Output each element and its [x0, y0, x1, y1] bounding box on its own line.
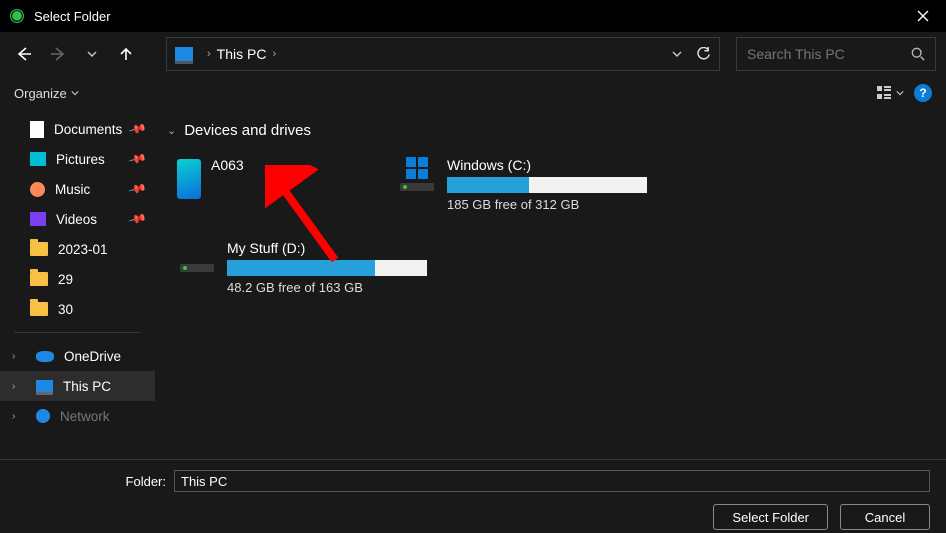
breadcrumb-sep-icon: › — [207, 48, 211, 60]
sidebar-item-onedrive[interactable]: › OneDrive — [0, 341, 155, 371]
sidebar-divider — [14, 332, 141, 333]
chevron-down-icon — [71, 89, 79, 97]
sidebar-item-label: OneDrive — [64, 349, 121, 364]
sidebar-item-videos[interactable]: Videos 📌 — [0, 204, 155, 234]
sidebar-item-29[interactable]: 29 — [0, 264, 155, 294]
breadcrumb-location[interactable]: This PC — [217, 46, 267, 62]
folder-input[interactable] — [174, 470, 930, 492]
sidebar-item-2023-01[interactable]: 2023-01 — [0, 234, 155, 264]
sidebar-item-network[interactable]: › Network — [0, 401, 155, 431]
sidebar-item-label: Network — [60, 409, 110, 424]
pin-icon: 📌 — [128, 179, 148, 199]
pc-icon — [175, 47, 193, 61]
titlebar: Select Folder — [0, 0, 946, 32]
phone-icon — [177, 159, 201, 199]
chevron-right-icon: › — [12, 411, 22, 422]
device-drive[interactable]: Windows (C:) 185 GB free of 312 GB — [393, 153, 653, 216]
sidebar-item-30[interactable]: 30 — [0, 294, 155, 324]
refresh-icon[interactable] — [696, 47, 711, 62]
pic-icon — [30, 152, 46, 166]
group-title: Devices and drives — [184, 122, 311, 139]
sidebar-item-pictures[interactable]: Pictures 📌 — [0, 144, 155, 174]
sidebar-item-label: Videos — [56, 212, 97, 227]
chevron-right-icon: › — [12, 351, 22, 362]
cloud-icon — [36, 351, 54, 362]
search-bar[interactable] — [736, 37, 936, 71]
sidebar: Documents 📌 Pictures 📌 Music 📌 Videos 📌 2023-01 2… — [0, 110, 155, 459]
device-drive[interactable]: My Stuff (D:) 48.2 GB free of 163 GB — [173, 236, 433, 299]
pc-icon — [36, 380, 53, 392]
device-name: A063 — [211, 157, 369, 173]
forward-button[interactable] — [44, 40, 72, 68]
drive-icon — [180, 264, 214, 272]
chevron-down-icon — [896, 89, 904, 97]
folder-icon — [30, 272, 48, 286]
sidebar-item-this-pc[interactable]: › This PC — [0, 371, 155, 401]
search-icon[interactable] — [911, 47, 925, 61]
help-icon[interactable]: ? — [914, 84, 932, 102]
view-icon — [876, 85, 892, 101]
chevron-right-icon: › — [12, 381, 22, 392]
search-input[interactable] — [747, 46, 897, 62]
pin-icon: 📌 — [128, 119, 148, 139]
navbar: › This PC › — [0, 32, 946, 76]
chevron-down-icon: ⌄ — [167, 124, 176, 137]
drive-usage-meter — [227, 260, 427, 276]
video-icon — [30, 212, 46, 226]
sidebar-item-label: 29 — [58, 272, 73, 287]
sidebar-item-label: Pictures — [56, 152, 105, 167]
app-icon — [8, 7, 26, 25]
sidebar-item-label: Documents — [54, 122, 122, 137]
drive-usage-meter — [447, 177, 647, 193]
organize-menu[interactable]: Organize — [14, 86, 79, 101]
address-bar[interactable]: › This PC › — [166, 37, 720, 71]
sidebar-item-label: This PC — [63, 379, 111, 394]
close-button[interactable] — [900, 0, 946, 32]
sidebar-item-label: 30 — [58, 302, 73, 317]
main-area: Documents 📌 Pictures 📌 Music 📌 Videos 📌 2023-01 2… — [0, 110, 946, 459]
folder-icon — [30, 242, 48, 256]
sidebar-item-music[interactable]: Music 📌 — [0, 174, 155, 204]
drive-icon — [400, 183, 434, 191]
toolbar: Organize ? — [0, 76, 946, 110]
organize-label: Organize — [14, 86, 67, 101]
window-title: Select Folder — [34, 9, 111, 24]
back-button[interactable] — [10, 40, 38, 68]
music-icon — [30, 182, 45, 197]
content-pane[interactable]: ⌄ Devices and drives A063 Windows (C:) 185… — [155, 110, 946, 459]
drive-free-text: 185 GB free of 312 GB — [447, 197, 649, 212]
drive-name: Windows (C:) — [447, 157, 649, 173]
sidebar-item-label: Music — [55, 182, 90, 197]
group-header[interactable]: ⌄ Devices and drives — [159, 118, 942, 143]
pin-icon: 📌 — [128, 209, 148, 229]
sidebar-item-documents[interactable]: Documents 📌 — [0, 114, 155, 144]
view-options-button[interactable] — [876, 85, 904, 101]
folder-field-label: Folder: — [16, 474, 166, 489]
doc-icon — [30, 121, 44, 138]
drive-name: My Stuff (D:) — [227, 240, 429, 256]
sidebar-item-label: 2023-01 — [58, 242, 108, 257]
address-dropdown-icon[interactable] — [672, 49, 682, 59]
footer: Folder: Select Folder Cancel — [0, 459, 946, 533]
select-folder-button[interactable]: Select Folder — [713, 504, 828, 530]
recent-dropdown[interactable] — [78, 40, 106, 68]
windows-logo-icon — [406, 157, 428, 179]
drive-free-text: 48.2 GB free of 163 GB — [227, 280, 429, 295]
up-button[interactable] — [112, 40, 140, 68]
cancel-button[interactable]: Cancel — [840, 504, 930, 530]
net-icon — [36, 409, 50, 423]
breadcrumb-sep-icon: › — [272, 48, 276, 60]
pin-icon: 📌 — [128, 149, 148, 169]
device-phone[interactable]: A063 — [173, 153, 373, 216]
folder-icon — [30, 302, 48, 316]
